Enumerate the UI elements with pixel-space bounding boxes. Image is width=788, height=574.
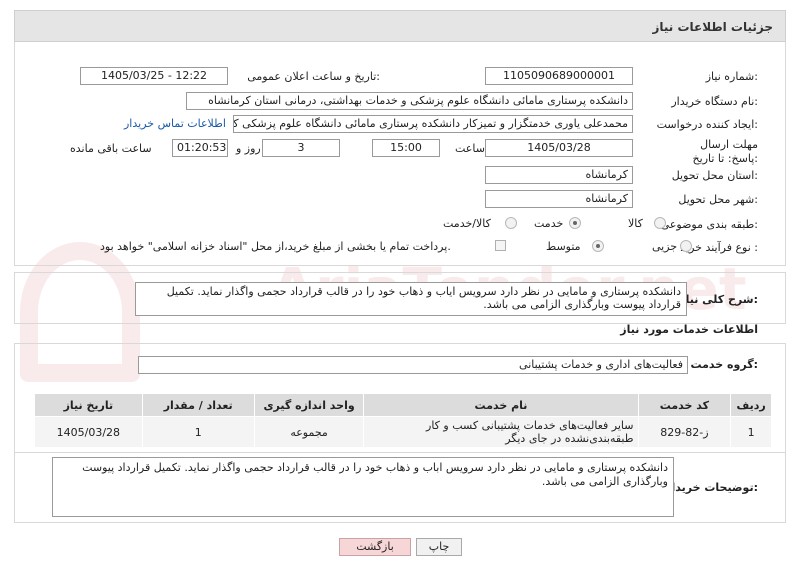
- announce-date-field[interactable]: 1405/03/25 - 12:22: [80, 67, 228, 85]
- col-service-code: کد خدمت: [637, 393, 732, 417]
- summary-label: شرح کلی نیاز:: [679, 293, 758, 306]
- deadline-date-field[interactable]: 1405/03/28: [485, 139, 633, 157]
- announce-date-label: تاریخ و ساعت اعلان عمومی:: [247, 70, 380, 83]
- province-field[interactable]: کرمانشاه: [485, 166, 633, 184]
- process-radio-minor[interactable]: [680, 240, 692, 252]
- cell-service-name: سایر فعالیت‌های خدمات پشتیبانی کسب و کار…: [363, 416, 639, 448]
- col-quantity: تعداد / مقدار: [141, 393, 255, 417]
- col-row-number: ردیف: [730, 393, 772, 417]
- cell-unit: مجموعه: [253, 416, 365, 448]
- page-title: جزئیات اطلاعات نیاز: [652, 20, 773, 34]
- city-field[interactable]: کرمانشاه: [485, 190, 633, 208]
- buyer-notes-textarea[interactable]: دانشکده پرستاری و مامایی در نظر دارد سرو…: [52, 457, 674, 517]
- service-group-label: گروه خدمت:: [690, 358, 758, 371]
- service-group-field[interactable]: فعالیت‌های اداری و خدمات پشتیبانی: [138, 356, 688, 374]
- buyer-org-label: نام دستگاه خریدار:: [671, 95, 758, 108]
- summary-textarea[interactable]: دانشکده پرستاری و مامایی در نظر دارد سرو…: [135, 282, 687, 316]
- col-service-name: نام خدمت: [363, 393, 639, 417]
- col-unit: واحد اندازه گیری: [253, 393, 365, 417]
- remaining-time-field[interactable]: 01:20:53: [172, 139, 228, 157]
- process-option-minor: جزیی: [652, 240, 678, 253]
- cell-row-number: 1: [730, 416, 772, 448]
- process-label: نوع فرآیند خرید :: [680, 241, 758, 254]
- deadline-time-label: ساعت: [455, 142, 485, 155]
- services-section-title: اطلاعات خدمات مورد نیاز: [620, 323, 758, 336]
- buyer-notes-label: توضیحات خریدار:: [665, 481, 758, 494]
- category-label: طبقه بندی موضوعی:: [660, 218, 758, 231]
- need-number-label: شماره نیاز:: [705, 70, 758, 83]
- category-radio-service[interactable]: [569, 217, 581, 229]
- process-option-medium: متوسط: [546, 240, 581, 253]
- deadline-label: مهلت ارسال پاسخ: تا تاریخ:: [692, 138, 758, 165]
- panel-header: جزئیات اطلاعات نیاز: [14, 10, 786, 42]
- print-button[interactable]: چاپ: [416, 538, 462, 556]
- deadline-time-field[interactable]: 15:00: [372, 139, 440, 157]
- remaining-time-label: ساعت باقی مانده: [70, 142, 152, 155]
- services-table: ردیف کد خدمت نام خدمت واحد اندازه گیری ت…: [34, 393, 772, 448]
- days-field[interactable]: 3: [262, 139, 340, 157]
- cell-need-date: 1405/03/28: [34, 416, 143, 448]
- cell-quantity: 1: [141, 416, 255, 448]
- treasury-checkbox[interactable]: [495, 240, 506, 251]
- category-option-service: خدمت: [534, 217, 564, 230]
- back-button[interactable]: بازگشت: [339, 538, 411, 556]
- buyer-org-field[interactable]: دانشکده پرستاری مامائی دانشگاه علوم پزشک…: [186, 92, 633, 110]
- need-number-field[interactable]: 1105090689000001: [485, 67, 633, 85]
- table-row[interactable]: 1 ز-82-829 سایر فعالیت‌های خدمات پشتیبان…: [34, 416, 772, 448]
- requester-field[interactable]: محمدعلی یاوری خدمتگزار و تمیزکار دانشکده…: [233, 115, 633, 133]
- buyer-contact-link[interactable]: اطلاعات تماس خریدار: [124, 117, 226, 130]
- col-need-date: تاریخ نیاز: [34, 393, 143, 417]
- process-radio-medium[interactable]: [592, 240, 604, 252]
- category-radio-goods-service[interactable]: [505, 217, 517, 229]
- table-header-row: ردیف کد خدمت نام خدمت واحد اندازه گیری ت…: [34, 393, 772, 417]
- province-label: استان محل تحویل:: [671, 169, 758, 182]
- category-radio-goods[interactable]: [654, 217, 666, 229]
- category-option-goods: کالا: [628, 217, 643, 230]
- days-label: روز و: [236, 142, 261, 155]
- category-option-goods-service: کالا/خدمت: [443, 217, 491, 230]
- payment-note: پرداخت تمام یا بخشی از مبلغ خرید،از محل …: [100, 240, 451, 253]
- requester-label: ایجاد کننده درخواست:: [656, 118, 758, 131]
- city-label: شهر محل تحویل:: [678, 193, 758, 206]
- cell-service-code: ز-82-829: [637, 416, 732, 448]
